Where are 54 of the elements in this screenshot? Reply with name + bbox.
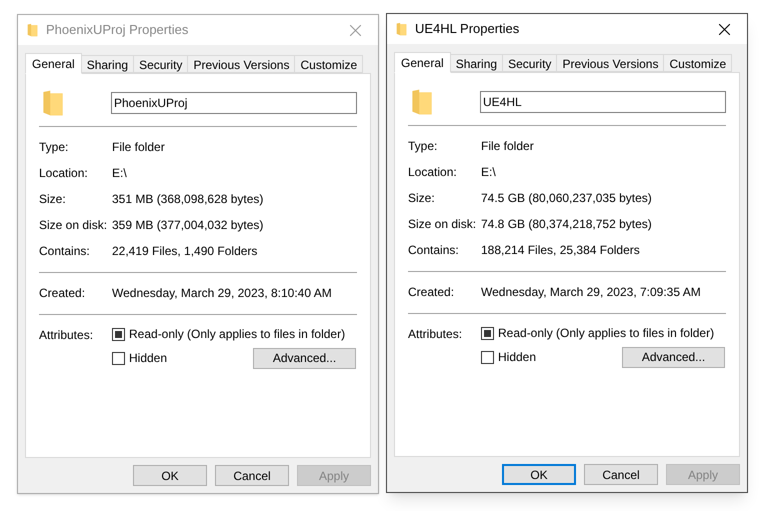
field-label: Contains: xyxy=(39,243,91,260)
dialog-button[interactable]: OK xyxy=(133,465,207,486)
folder-icon xyxy=(396,22,407,36)
checkbox[interactable]: Hidden xyxy=(481,348,536,366)
tab[interactable]: Previous Versions xyxy=(557,54,664,72)
folder-icon xyxy=(42,89,64,117)
field-value: 188,214 Files, 25,384 Folders xyxy=(481,242,640,259)
tab[interactable]: Customize xyxy=(664,54,732,72)
tab[interactable]: Sharing xyxy=(450,54,504,72)
name-field[interactable]: UE4HL xyxy=(480,91,726,113)
field-label: Size on disk: xyxy=(408,216,478,233)
field-value: Wednesday, March 29, 2023, 7:09:35 AM xyxy=(481,284,701,301)
field-value: Wednesday, March 29, 2023, 8:10:40 AM xyxy=(112,285,332,302)
field-label: Size: xyxy=(408,190,436,207)
field-value: File folder xyxy=(112,139,165,156)
folder-icon xyxy=(411,88,433,116)
field-value: 22,419 Files, 1,490 Folders xyxy=(112,243,258,260)
dialog-button[interactable]: Cancel xyxy=(584,464,658,485)
folder-icon xyxy=(27,23,38,37)
dialog-button[interactable]: OK xyxy=(502,464,576,485)
tab[interactable]: General xyxy=(394,52,451,73)
name-field[interactable]: PhoenixUProj xyxy=(111,92,357,114)
field-label: Size on disk: xyxy=(39,217,108,234)
field-label: Location: xyxy=(39,165,89,182)
field-value: 74.5 GB (80,060,237,035 bytes) xyxy=(481,190,652,207)
field-value: 74.8 GB (80,374,218,752 bytes) xyxy=(481,216,652,233)
field-label: Type: xyxy=(39,139,70,156)
tab[interactable]: Security xyxy=(503,54,558,72)
field-label: Size: xyxy=(39,191,67,208)
tab[interactable]: Security xyxy=(134,55,188,73)
field-label: Attributes: xyxy=(408,326,464,343)
tab[interactable]: General xyxy=(25,53,82,74)
checkbox[interactable]: Hidden xyxy=(112,349,168,367)
field-value: E:\ xyxy=(481,164,496,181)
tab[interactable]: Sharing xyxy=(82,55,134,73)
advanced-button[interactable]: Advanced... xyxy=(622,346,725,368)
field-label: Contains: xyxy=(408,242,460,259)
dialog-button[interactable]: Cancel xyxy=(215,465,289,486)
advanced-button[interactable]: Advanced... xyxy=(253,348,356,368)
window-title: UE4HL Properties xyxy=(415,20,520,38)
window-title: PhoenixUProj Properties xyxy=(46,21,190,40)
checkbox[interactable]: Read-only (Only applies to files in folder) xyxy=(112,325,346,343)
tab[interactable]: Customize xyxy=(295,55,364,73)
field-label: Created: xyxy=(39,285,86,302)
field-label: Type: xyxy=(408,138,438,155)
field-value: File folder xyxy=(481,138,534,155)
field-value: E:\ xyxy=(112,165,127,182)
field-value: 351 MB (368,098,628 bytes) xyxy=(112,191,264,208)
tab[interactable]: Previous Versions xyxy=(188,55,296,73)
field-label: Location: xyxy=(408,164,458,181)
field-label: Created: xyxy=(408,284,456,301)
checkbox[interactable]: Read-only (Only applies to files in folder) xyxy=(481,324,714,342)
field-value: 359 MB (377,004,032 bytes) xyxy=(112,217,264,234)
field-label: Attributes: xyxy=(39,327,94,344)
